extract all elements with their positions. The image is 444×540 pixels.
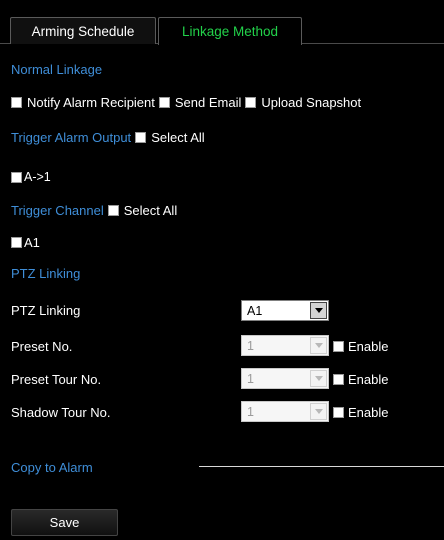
copy-to-alarm-heading[interactable]: Copy to Alarm xyxy=(11,460,93,475)
copy-to-alarm-divider xyxy=(199,466,444,467)
chevron-down-icon xyxy=(314,308,323,313)
trigger-channel-select-all-label: Select All xyxy=(123,203,178,218)
ptz-linking-select[interactable]: A1 xyxy=(241,300,329,321)
preset-enable-label: Enable xyxy=(348,339,389,354)
preset-no-select[interactable]: 1 xyxy=(241,335,329,356)
preset-tour-no-dropdown-button[interactable] xyxy=(310,370,327,387)
shadow-tour-no-label: Shadow Tour No. xyxy=(11,405,111,420)
alarm-output-item: A->1 xyxy=(11,170,51,184)
preset-enable: Enable xyxy=(333,339,388,354)
ptz-linking-heading: PTZ Linking xyxy=(11,266,81,281)
shadow-tour-enable: Enable xyxy=(333,405,388,420)
preset-tour-enable-checkbox[interactable] xyxy=(333,374,344,385)
shadow-tour-no-select[interactable]: 1 xyxy=(241,401,329,422)
chevron-down-icon xyxy=(314,343,323,348)
tab-arming-schedule[interactable]: Arming Schedule xyxy=(10,17,156,44)
trigger-channel-row: Trigger Channel Select All xyxy=(11,203,177,218)
shadow-tour-no-value: 1 xyxy=(247,404,254,419)
normal-linkage-options: Notify Alarm Recipient Send Email Upload… xyxy=(11,95,361,110)
channel-a1-label: A1 xyxy=(24,235,40,250)
alarm-output-a1-label: A->1 xyxy=(24,170,51,184)
chevron-down-icon xyxy=(314,409,323,414)
ptz-linking-dropdown-button[interactable] xyxy=(310,302,327,319)
upload-snapshot-checkbox[interactable] xyxy=(245,97,257,108)
preset-tour-enable: Enable xyxy=(333,372,388,387)
chevron-down-icon xyxy=(314,376,323,381)
channel-item: A1 xyxy=(11,235,40,250)
channel-a1-checkbox[interactable] xyxy=(11,237,22,248)
trigger-channel-select-all-checkbox[interactable] xyxy=(107,205,119,216)
shadow-tour-enable-checkbox[interactable] xyxy=(333,407,344,418)
trigger-alarm-output-heading: Trigger Alarm Output xyxy=(11,130,132,145)
tab-linkage-method[interactable]: Linkage Method xyxy=(158,17,302,45)
send-email-checkbox[interactable] xyxy=(158,97,170,108)
trigger-alarm-output-select-all-checkbox[interactable] xyxy=(135,132,147,143)
alarm-output-a1-checkbox[interactable] xyxy=(11,171,22,183)
preset-no-value: 1 xyxy=(247,338,254,353)
normal-linkage-heading: Normal Linkage xyxy=(11,62,103,77)
preset-enable-checkbox[interactable] xyxy=(333,341,344,352)
send-email-label: Send Email xyxy=(174,95,242,110)
trigger-channel-heading: Trigger Channel xyxy=(11,203,104,218)
ptz-linking-label: PTZ Linking xyxy=(11,303,81,318)
shadow-tour-enable-label: Enable xyxy=(348,405,389,420)
preset-tour-enable-label: Enable xyxy=(348,372,389,387)
notify-alarm-recipient-label: Notify Alarm Recipient xyxy=(27,95,155,110)
trigger-alarm-output-select-all-label: Select All xyxy=(151,130,205,145)
preset-tour-no-label: Preset Tour No. xyxy=(11,372,102,387)
save-button[interactable]: Save xyxy=(11,509,118,536)
preset-tour-no-select[interactable]: 1 xyxy=(241,368,329,389)
preset-no-dropdown-button[interactable] xyxy=(310,337,327,354)
notify-alarm-recipient-checkbox[interactable] xyxy=(11,97,22,108)
shadow-tour-no-dropdown-button[interactable] xyxy=(310,403,327,420)
preset-no-label: Preset No. xyxy=(11,339,73,354)
trigger-alarm-output-row: Trigger Alarm Output Select All xyxy=(11,130,205,145)
upload-snapshot-label: Upload Snapshot xyxy=(261,95,362,110)
ptz-linking-value: A1 xyxy=(247,303,263,318)
preset-tour-no-value: 1 xyxy=(247,371,254,386)
